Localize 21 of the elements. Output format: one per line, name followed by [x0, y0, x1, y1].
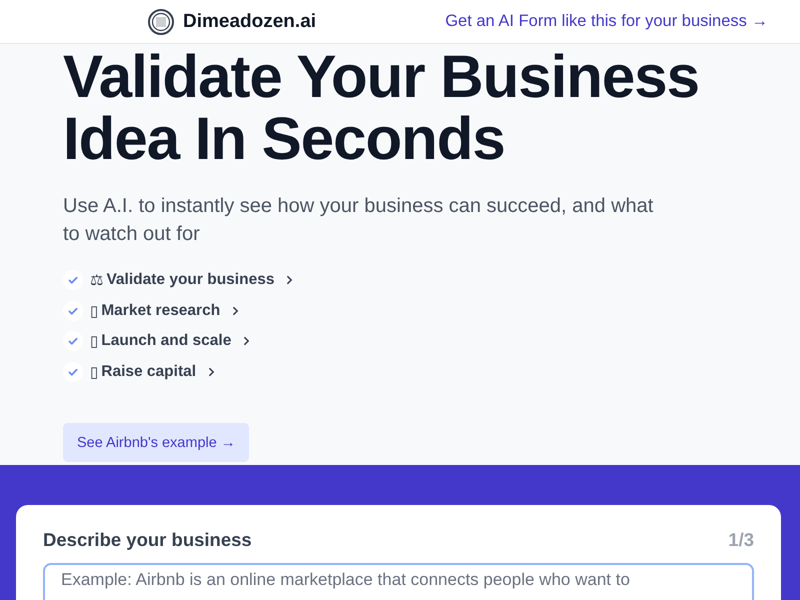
feature-link[interactable]: Market research — [101, 302, 220, 320]
get-form-link[interactable]: Get an AI Form like this for your business → — [445, 12, 768, 31]
feature-link[interactable]: Launch and scale — [101, 332, 232, 350]
chevron-right-icon — [286, 275, 294, 286]
emoji-glyph: ▯ — [90, 302, 98, 320]
feature-link[interactable]: Validate your business — [106, 271, 274, 290]
emoji-glyph: ⚖ — [90, 271, 104, 290]
chevron-right-icon — [232, 306, 240, 316]
chevron-right-icon — [208, 366, 216, 377]
brand-name: Dimeadozen.ai — [183, 10, 316, 32]
chevron-right-icon — [243, 336, 250, 346]
hero-title: Validate Your Business Idea In Seconds — [63, 46, 700, 170]
step-counter: 1/3 — [728, 529, 754, 551]
emoji-glyph: ▯ — [90, 332, 98, 350]
coin-logo-icon — [147, 8, 175, 36]
description-field[interactable]: Example: Airbnb is an online marketplace that connects people who want to — [43, 563, 754, 600]
feature-link[interactable]: Raise capital — [101, 362, 196, 381]
hero-subtitle: Use A.I. to instantly see how your business can succeed, and what to watch out for — [63, 194, 654, 247]
emoji-glyph: ▯ — [90, 362, 98, 381]
example-button[interactable]: See Airbnb's example → — [63, 423, 250, 462]
question-label: Describe your business — [43, 529, 252, 551]
